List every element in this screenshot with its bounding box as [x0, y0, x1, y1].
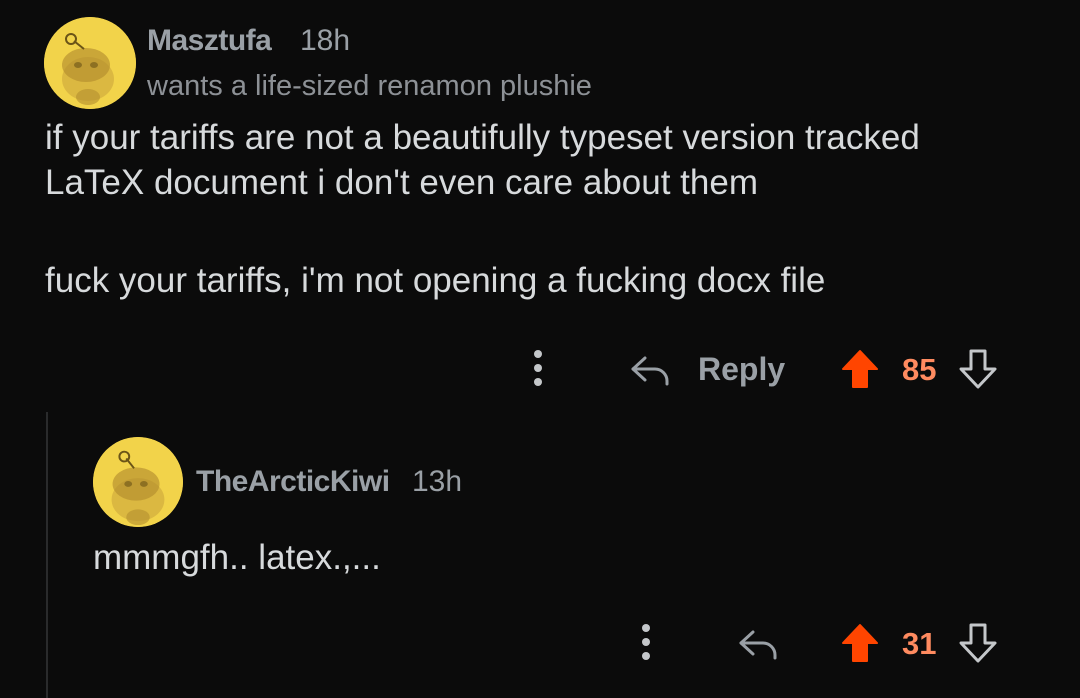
upvote-arrow-icon — [842, 350, 878, 388]
downvote-button[interactable] — [956, 346, 1000, 392]
comment-body-line: if your tariffs are not a beautifully ty… — [45, 118, 920, 157]
downvote-button[interactable] — [956, 620, 1000, 666]
vertical-ellipsis-icon — [642, 624, 650, 660]
comment-timestamp: 18h — [300, 24, 351, 57]
downvote-arrow-icon — [959, 349, 997, 389]
snoo-avatar-icon — [44, 17, 136, 109]
vertical-ellipsis-icon — [534, 350, 542, 386]
user-flair: wants a life-sized renamon plushie — [147, 70, 592, 102]
upvote-button[interactable] — [838, 620, 882, 666]
snoo-avatar-icon — [93, 437, 183, 527]
reply-button[interactable] — [736, 624, 782, 664]
vote-score: 31 — [902, 626, 937, 661]
avatar[interactable] — [93, 437, 183, 527]
vote-score: 85 — [902, 352, 937, 387]
avatar[interactable] — [44, 17, 136, 109]
comment-body-line: fuck your tariffs, i'm not opening a fuc… — [45, 261, 826, 300]
more-options-button[interactable] — [524, 346, 552, 390]
comment-body-line: mmmgfh.. latex.,... — [93, 538, 381, 577]
upvote-arrow-icon — [842, 624, 878, 662]
comment-timestamp: 13h — [412, 465, 463, 498]
thread-line[interactable] — [46, 412, 48, 698]
reply-arrow-icon — [631, 356, 669, 386]
reply-label[interactable]: Reply — [698, 351, 785, 388]
comment-body-line: LaTeX document i don't even care about t… — [45, 163, 758, 202]
upvote-button[interactable] — [838, 346, 882, 392]
reply-arrow-icon — [739, 630, 777, 660]
reply-button[interactable] — [628, 350, 674, 390]
comment-author[interactable]: Masztufa — [147, 24, 272, 58]
more-options-button[interactable] — [632, 620, 660, 664]
downvote-arrow-icon — [959, 623, 997, 663]
comment-author[interactable]: TheArcticKiwi — [196, 465, 390, 499]
